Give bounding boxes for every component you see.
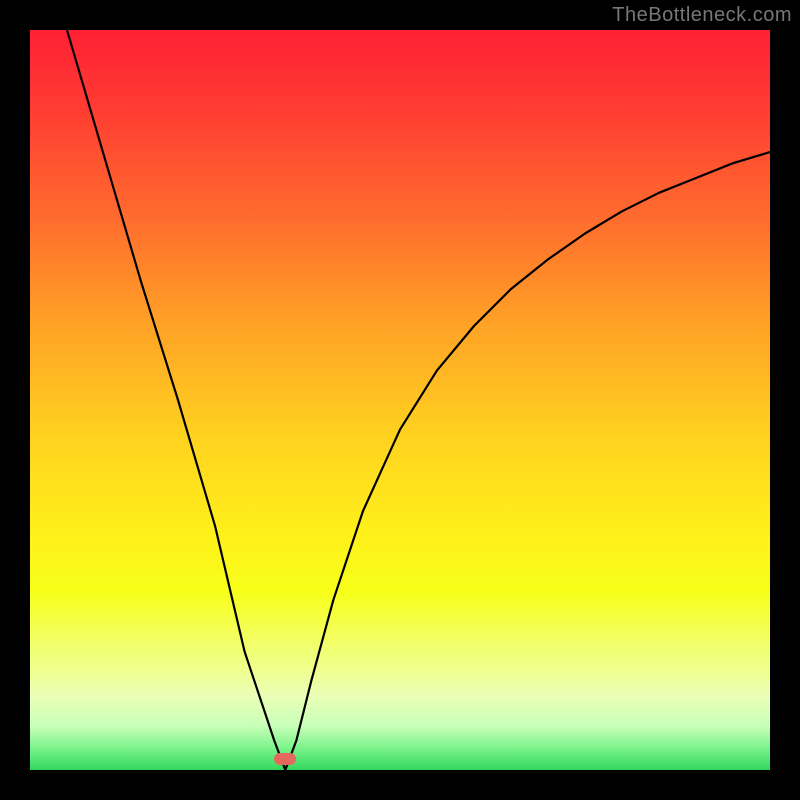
watermark-text: TheBottleneck.com (612, 4, 792, 27)
optimal-point-marker (274, 753, 296, 765)
curve-layer (30, 30, 770, 770)
bottleneck-curve (67, 30, 770, 770)
plot-area (30, 30, 770, 770)
chart-container: TheBottleneck.com (0, 0, 800, 800)
